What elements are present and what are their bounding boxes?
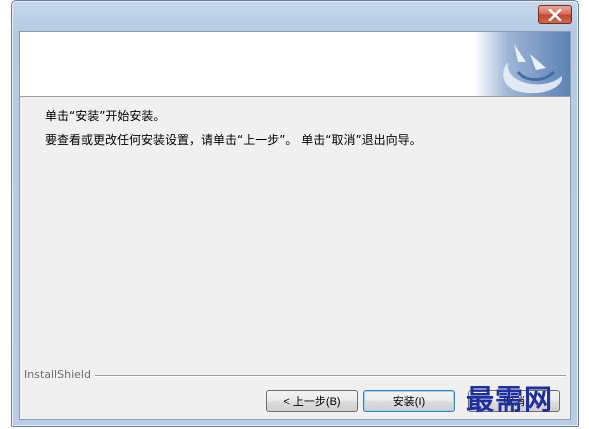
instruction-line-2: 要查看或更改任何安装设置，请单击“上一步”。 单击“取消”退出向导。 xyxy=(45,133,422,147)
installshield-logo-icon xyxy=(474,32,570,96)
header-banner xyxy=(20,32,570,97)
close-button[interactable] xyxy=(538,5,572,24)
title-bar[interactable] xyxy=(12,1,578,31)
installshield-brand-label: InstallShield xyxy=(24,368,95,381)
install-button[interactable]: 安装(I) xyxy=(363,390,455,412)
dialog-client-area: 单击“安装”开始安装。 要查看或更改任何安装设置，请单击“上一步”。 单击“取消… xyxy=(19,31,571,420)
content-area: 单击“安装”开始安装。 要查看或更改任何安装设置，请单击“上一步”。 单击“取消… xyxy=(20,97,570,367)
close-icon xyxy=(548,8,562,21)
watermark-logo: 最需网 xyxy=(466,383,554,416)
back-button[interactable]: < 上一步(B) xyxy=(266,390,358,412)
instruction-line-1: 单击“安装”开始安装。 xyxy=(45,109,166,123)
separator-line xyxy=(90,375,566,377)
installer-window: 单击“安装”开始安装。 要查看或更改任何安装设置，请单击“上一步”。 单击“取消… xyxy=(11,0,579,427)
